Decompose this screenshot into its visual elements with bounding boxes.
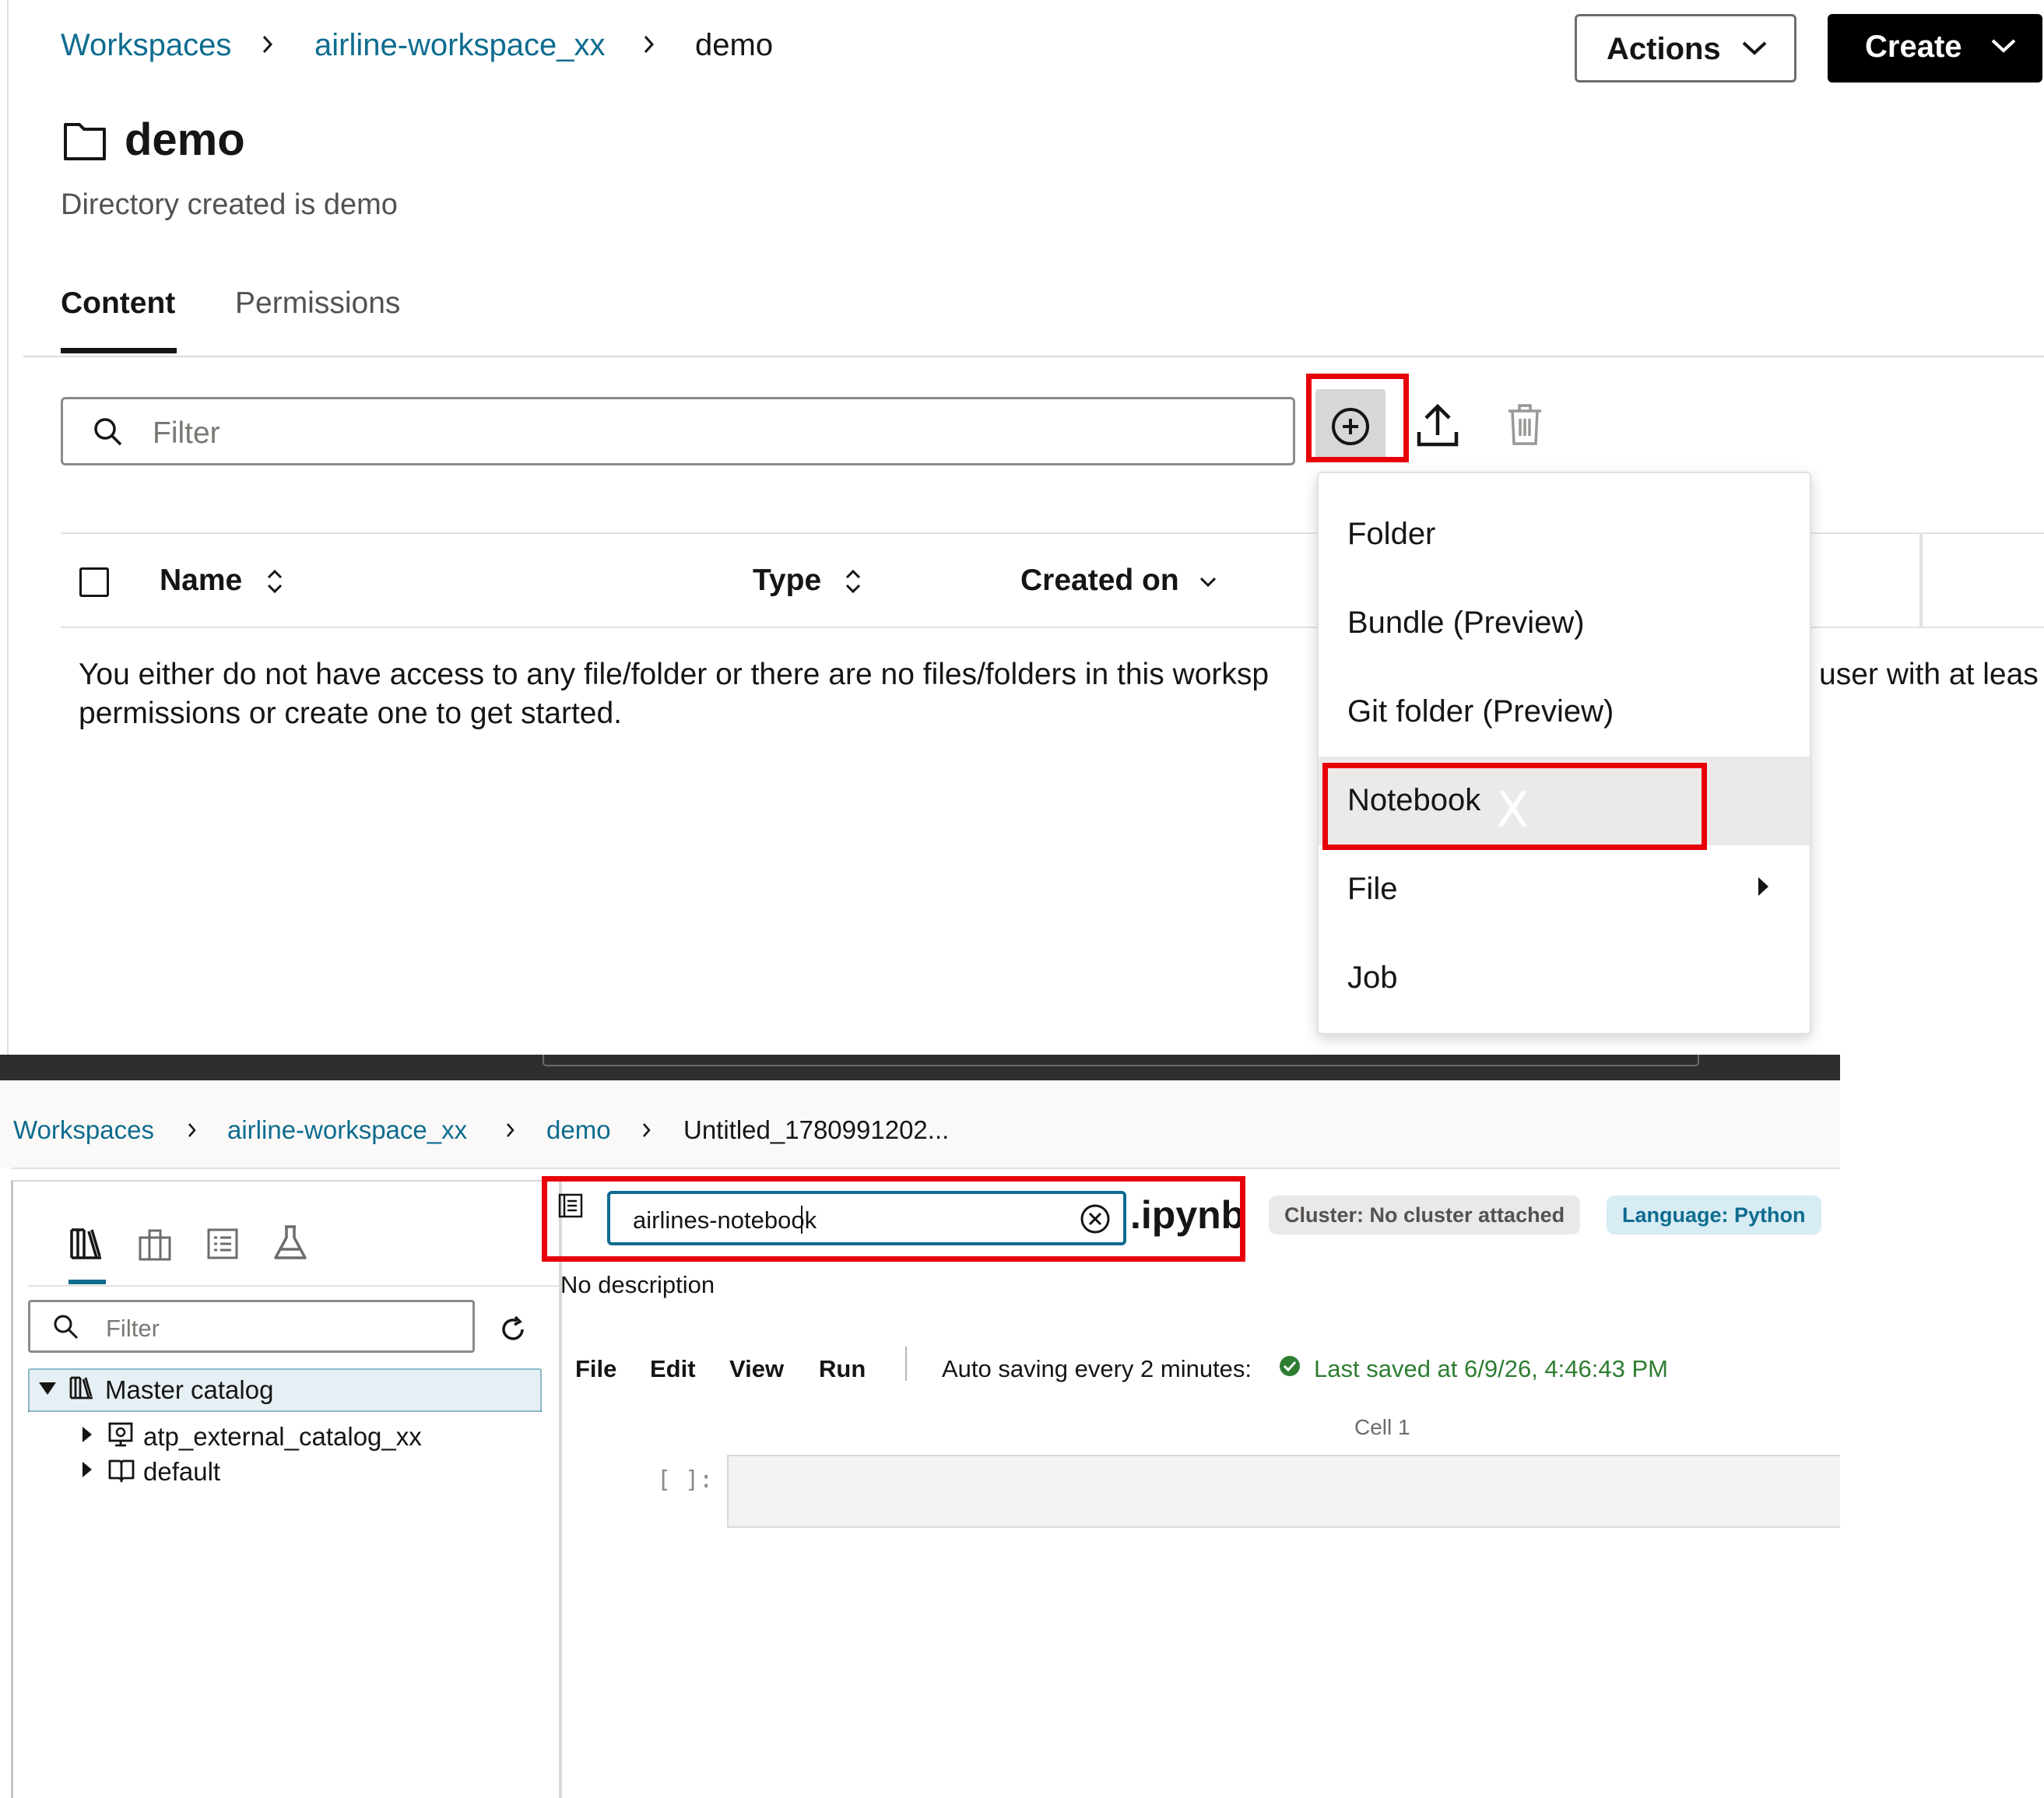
- menu-item-label: Git folder (Preview): [1347, 694, 1614, 729]
- delete-icon[interactable]: [1505, 402, 1544, 447]
- empty-state-message-tail: user with at leas: [1819, 658, 2039, 691]
- language-badge[interactable]: Language: Python: [1607, 1196, 1821, 1234]
- menu-item-label: Folder: [1347, 517, 1436, 551]
- notebook-highlight: [1322, 763, 1707, 850]
- book-icon: [107, 1457, 135, 1484]
- page-subtitle: Directory created is demo: [61, 188, 398, 221]
- breadcrumb-workspaces[interactable]: Workspaces: [61, 28, 231, 63]
- column-divider: [1919, 532, 1923, 627]
- actions-button-label: Actions: [1607, 32, 1721, 66]
- menu-item-bundle[interactable]: Bundle (Preview): [1319, 579, 1810, 668]
- side-tabs-divider: [28, 1285, 559, 1287]
- chevron-right-icon: [504, 1121, 518, 1140]
- menu-item-git-folder[interactable]: Git folder (Preview): [1319, 668, 1810, 757]
- search-icon: [93, 416, 124, 448]
- menu-item-label: Job: [1347, 960, 1398, 995]
- left-border: [7, 0, 9, 1055]
- list-icon[interactable]: [205, 1227, 240, 1261]
- create-button-label: Create: [1865, 30, 1962, 64]
- breadcrumb-demo[interactable]: demo: [546, 1115, 611, 1145]
- menu-file[interactable]: File: [575, 1355, 616, 1383]
- breadcrumb-bar-border: [11, 1168, 1840, 1169]
- sort-icon: [843, 567, 863, 596]
- page-title: demo: [125, 114, 245, 165]
- menu-view[interactable]: View: [729, 1355, 784, 1383]
- menu-item-file[interactable]: File: [1319, 845, 1810, 934]
- tree-item-atp-external-catalog[interactable]: atp_external_catalog_xx: [143, 1422, 422, 1452]
- cell-execution-prompt: [ ]:: [657, 1466, 714, 1494]
- autosave-status: Auto saving every 2 minutes:: [942, 1355, 1252, 1382]
- caret-right-icon[interactable]: [80, 1424, 94, 1445]
- sort-descending-icon: [1197, 574, 1219, 590]
- menu-item-job[interactable]: Job: [1319, 934, 1810, 1023]
- address-bar-edge: [543, 1055, 1699, 1066]
- check-circle-icon: [1278, 1354, 1301, 1378]
- chevron-right-icon: [641, 33, 658, 56]
- empty-state-message: You either do not have access to any fil…: [79, 658, 1270, 691]
- catalog-filter-input[interactable]: Filter: [28, 1300, 475, 1353]
- search-icon: [52, 1313, 80, 1341]
- last-saved-status: Last saved at 6/9/26, 4:46:43 PM: [1314, 1355, 1668, 1382]
- create-item-highlight: [1306, 374, 1409, 462]
- menu-divider: [905, 1347, 907, 1381]
- catalog-icon: [68, 1375, 95, 1401]
- breadcrumb-airline-workspace[interactable]: airline-workspace_xx: [314, 28, 605, 63]
- code-cell-editor[interactable]: [727, 1455, 1840, 1528]
- tab-content[interactable]: Content: [61, 286, 175, 321]
- notebook-description[interactable]: No description: [560, 1271, 715, 1299]
- menu-run[interactable]: Run: [819, 1355, 866, 1383]
- chevron-down-icon: [1740, 38, 1768, 58]
- menu-item-label: Bundle (Preview): [1347, 606, 1585, 640]
- upload-icon[interactable]: [1415, 401, 1460, 449]
- tree-item-label: Master catalog: [105, 1375, 274, 1404]
- cell-label: Cell 1: [1354, 1415, 1410, 1439]
- caret-down-icon[interactable]: [37, 1379, 58, 1398]
- select-all-checkbox[interactable]: [79, 567, 109, 597]
- caret-right-icon: [1754, 875, 1772, 898]
- menu-item-label: File: [1347, 872, 1398, 906]
- column-header-created-on[interactable]: Created on: [1020, 564, 1179, 598]
- menu-edit[interactable]: Edit: [650, 1355, 696, 1383]
- external-catalog-icon: [107, 1421, 134, 1448]
- cluster-badge[interactable]: Cluster: No cluster attached: [1269, 1196, 1581, 1234]
- breadcrumb-current-notebook: Untitled_1780991202...: [683, 1115, 950, 1144]
- create-button[interactable]: Create: [1828, 14, 2042, 83]
- breadcrumb-airline-workspace[interactable]: airline-workspace_xx: [227, 1115, 467, 1145]
- side-tab-active-indicator: [68, 1280, 106, 1284]
- caret-right-icon[interactable]: [80, 1459, 94, 1480]
- column-header-name[interactable]: Name: [160, 564, 242, 598]
- empty-state-message-line2: permissions or create one to get started…: [79, 697, 623, 730]
- tab-active-indicator: [61, 348, 177, 353]
- building-icon[interactable]: [137, 1227, 173, 1261]
- notebook-name-highlight: [542, 1176, 1245, 1262]
- breadcrumb-current-demo: demo: [695, 28, 774, 62]
- filter-placeholder: Filter: [106, 1315, 160, 1342]
- catalog-side-panel: [11, 1180, 559, 1798]
- chevron-down-icon: [1990, 36, 2018, 56]
- catalog-icon[interactable]: [68, 1225, 104, 1261]
- chevron-right-icon: [185, 1121, 199, 1140]
- menu-item-folder[interactable]: Folder: [1319, 490, 1810, 579]
- filter-placeholder: Filter: [153, 416, 220, 450]
- flask-icon[interactable]: [271, 1224, 310, 1262]
- breadcrumb-workspaces[interactable]: Workspaces: [13, 1115, 154, 1145]
- tabs-divider: [23, 356, 2044, 357]
- refresh-icon[interactable]: [498, 1315, 528, 1344]
- filter-input[interactable]: Filter: [61, 397, 1295, 465]
- sort-icon: [265, 567, 285, 596]
- tab-permissions[interactable]: Permissions: [235, 286, 400, 321]
- chevron-right-icon: [259, 33, 276, 56]
- actions-button[interactable]: Actions: [1575, 14, 1796, 83]
- column-header-type[interactable]: Type: [753, 564, 821, 598]
- chevron-right-icon: [640, 1121, 654, 1140]
- tree-item-default[interactable]: default: [143, 1457, 220, 1487]
- folder-icon: [62, 118, 107, 163]
- create-item-menu: Folder Bundle (Preview) Git folder (Prev…: [1317, 472, 1811, 1034]
